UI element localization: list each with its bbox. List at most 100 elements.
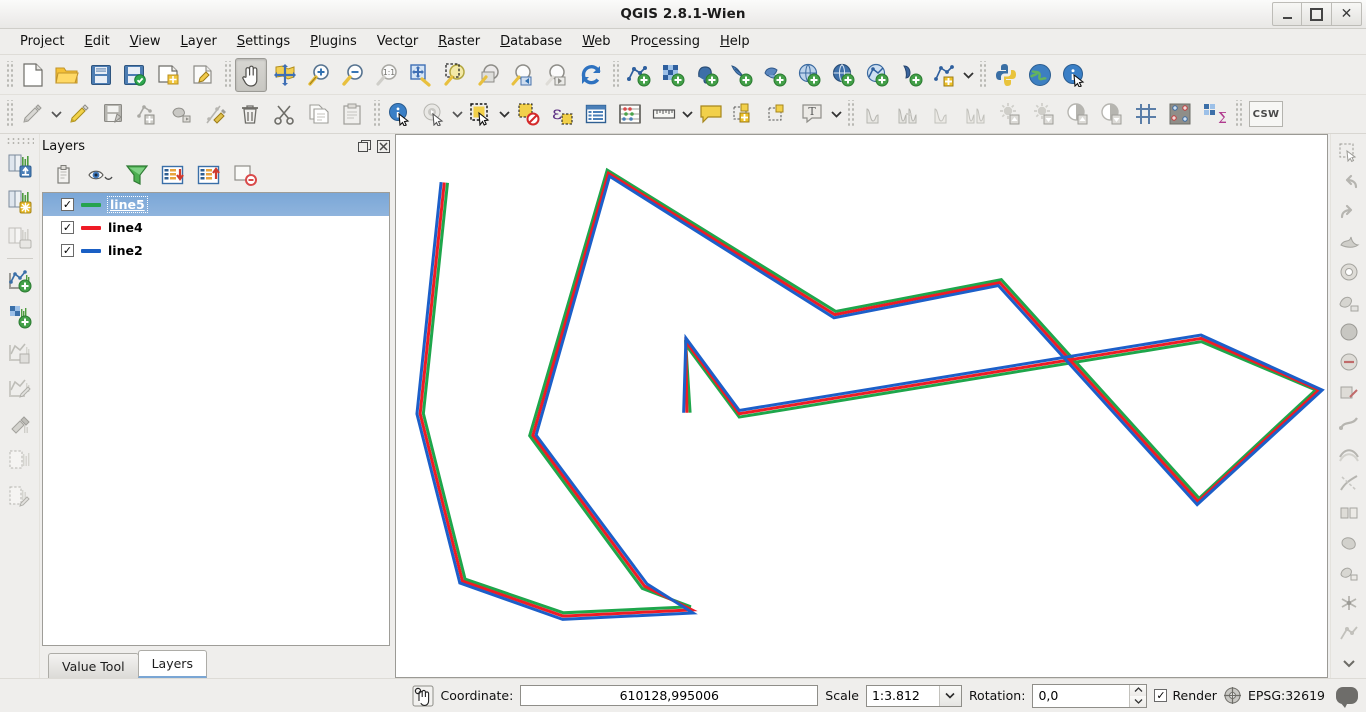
histogram-stretch-icon[interactable] (858, 97, 890, 131)
merge-features-icon[interactable] (1332, 528, 1366, 558)
merge-attributes-icon[interactable] (1332, 558, 1366, 588)
menu-processing[interactable]: Processing (621, 31, 710, 52)
new-project-icon[interactable] (17, 58, 49, 92)
new-vector-layer-icon[interactable] (929, 58, 961, 92)
coordinate-capture-icon[interactable] (412, 685, 434, 707)
manage-layer-visibility-icon[interactable] (84, 160, 118, 190)
deselect-features-icon[interactable] (512, 97, 544, 131)
toolbar2-grip-3[interactable] (846, 100, 854, 128)
dxf2shp-converter-icon[interactable] (3, 406, 37, 442)
chevron-down-icon[interactable] (962, 58, 975, 92)
remove-layer-group-icon[interactable] (228, 160, 262, 190)
open-layer-styling-icon[interactable] (48, 160, 82, 190)
left-toolbar-grip[interactable] (5, 137, 34, 145)
add-wcs-layer-icon[interactable] (827, 58, 859, 92)
layer-tree-view[interactable]: ✓ line5 ✓ line4 ✓ line2 (42, 192, 390, 646)
menu-web[interactable]: Web (572, 31, 620, 52)
contrast-increase-icon[interactable] (1062, 97, 1094, 131)
new-print-composer-icon[interactable] (153, 58, 185, 92)
add-mssql-layer-icon[interactable] (759, 58, 791, 92)
open-web-browser-icon[interactable] (1024, 58, 1056, 92)
remove-layer-icon[interactable] (3, 219, 37, 255)
layer-properties-icon[interactable] (3, 183, 37, 219)
layer-visibility-checkbox[interactable]: ✓ (61, 198, 74, 211)
pan-to-selection-icon[interactable] (269, 58, 301, 92)
cumulative-cut-stretch-extent-icon[interactable] (960, 97, 992, 131)
edit-clip-icon[interactable] (3, 478, 37, 514)
maximize-button[interactable] (1302, 2, 1332, 26)
save-as-layer-definition-icon[interactable] (3, 147, 37, 183)
zoom-out-icon[interactable] (337, 58, 369, 92)
delete-part-icon[interactable] (1332, 378, 1366, 408)
render-checkbox[interactable]: ✓ (1154, 689, 1168, 702)
redo-icon[interactable] (1332, 197, 1366, 227)
menu-settings[interactable]: Settings (227, 31, 300, 52)
add-wfs-layer-icon[interactable] (861, 58, 893, 92)
map-canvas[interactable] (395, 134, 1328, 678)
current-edits-icon[interactable] (64, 97, 96, 131)
rotate-point-symbols-icon[interactable] (1332, 588, 1366, 618)
brightness-increase-icon[interactable] (994, 97, 1026, 131)
new-shapefile-layer-icon[interactable] (3, 262, 37, 298)
layer-item-line5[interactable]: ✓ line5 (43, 193, 389, 216)
offset-curve-icon[interactable] (1332, 438, 1366, 468)
fill-ring-icon[interactable] (1332, 317, 1366, 347)
menu-edit[interactable]: Edit (75, 31, 120, 52)
toolbar-grip-2[interactable] (223, 60, 231, 89)
statistics-icon[interactable]: Σ (1198, 97, 1230, 131)
chevron-down-icon-2[interactable] (50, 97, 63, 131)
close-button[interactable]: ✕ (1332, 2, 1362, 26)
run-feature-action-icon[interactable] (418, 97, 450, 131)
open-field-calculator-icon[interactable] (614, 97, 646, 131)
move-feature-icon[interactable] (166, 97, 198, 131)
chevron-down-icon-scale[interactable] (938, 685, 961, 706)
toggle-editing-icon[interactable] (17, 97, 49, 131)
add-ring-icon[interactable] (1332, 257, 1366, 287)
simplify-feature-icon[interactable] (1332, 227, 1366, 257)
paste-features-icon[interactable] (336, 97, 368, 131)
georeferencer-icon[interactable] (1164, 97, 1196, 131)
contrast-decrease-icon[interactable] (1096, 97, 1128, 131)
new-spatialite-layer-icon[interactable] (3, 298, 37, 334)
select-by-expression-icon[interactable]: ε (546, 97, 578, 131)
spin-down-icon[interactable] (1130, 695, 1147, 707)
copy-features-icon[interactable] (302, 97, 334, 131)
menu-database[interactable]: Database (490, 31, 572, 52)
pan-map-icon[interactable] (235, 57, 267, 92)
split-features-icon[interactable] (1332, 468, 1366, 498)
menu-vector[interactable]: Vector (367, 31, 428, 52)
new-memory-layer-icon[interactable] (3, 334, 37, 370)
filter-legend-icon[interactable] (120, 160, 154, 190)
menu-help[interactable]: Help (710, 31, 760, 52)
scroll-down-icon[interactable] (1332, 648, 1366, 678)
composer-manager-icon[interactable] (187, 58, 219, 92)
cumulative-cut-stretch-icon[interactable] (926, 97, 958, 131)
expand-all-icon[interactable] (156, 160, 190, 190)
zoom-to-layer-icon[interactable] (473, 58, 505, 92)
coordinate-value[interactable]: 610128,995006 (520, 685, 819, 706)
layer-visibility-checkbox[interactable]: ✓ (61, 221, 74, 234)
collapse-all-icon[interactable] (192, 160, 226, 190)
undock-icon[interactable] (357, 139, 371, 153)
add-wms-layer-icon[interactable] (793, 58, 825, 92)
add-feature-icon[interactable] (132, 97, 164, 131)
new-annotation-icon[interactable] (729, 97, 761, 131)
zoom-next-icon[interactable] (541, 58, 573, 92)
toolbar2-grip[interactable] (5, 100, 13, 128)
toolbar2-grip-4[interactable] (1234, 100, 1242, 128)
minimize-button[interactable] (1272, 2, 1302, 26)
rotation-spinner[interactable] (1129, 684, 1147, 707)
close-icon[interactable] (376, 139, 390, 153)
add-postgis-layer-icon[interactable] (691, 58, 723, 92)
messages-log-icon[interactable] (1336, 687, 1358, 708)
undo-icon[interactable] (1332, 167, 1366, 197)
new-gpx-layer-icon[interactable] (3, 370, 37, 406)
brightness-decrease-icon[interactable] (1028, 97, 1060, 131)
menu-plugins[interactable]: Plugins (300, 31, 367, 52)
save-project-as-icon[interactable] (119, 58, 151, 92)
menu-view[interactable]: View (120, 31, 171, 52)
toolbar-grip[interactable] (5, 60, 13, 89)
chevron-down-icon-6[interactable] (830, 97, 843, 131)
crs-icon[interactable] (1223, 687, 1241, 704)
python-console-icon[interactable] (990, 58, 1022, 92)
